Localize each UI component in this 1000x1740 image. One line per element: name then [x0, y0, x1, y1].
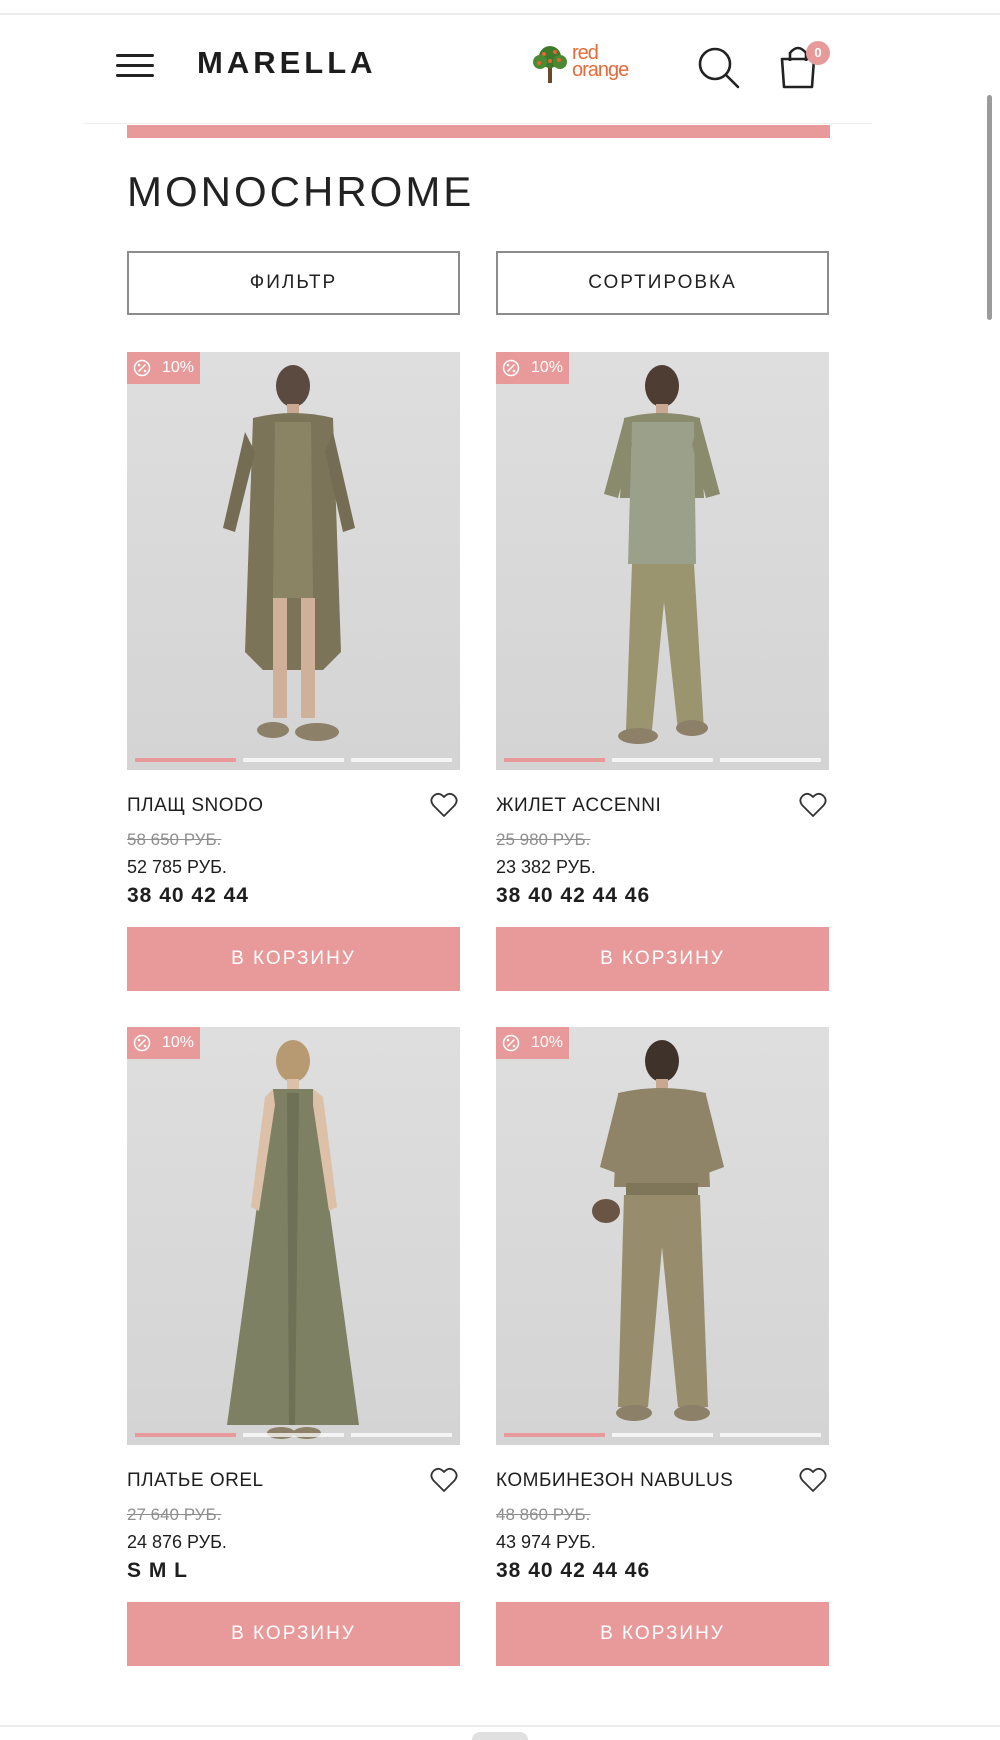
slide-dot[interactable] — [135, 1433, 236, 1437]
slide-dot[interactable] — [504, 758, 605, 762]
old-price: 48 860 РУБ. — [496, 1505, 591, 1524]
slide-indicator — [504, 1433, 821, 1437]
sizes: 38 40 42 44 46 — [496, 884, 651, 907]
price: 24 876 РУБ. — [127, 1532, 227, 1552]
partner-logo[interactable]: red orange — [530, 43, 650, 91]
slide-dot[interactable] — [720, 758, 821, 762]
slide-indicator — [135, 758, 452, 762]
menu-icon[interactable] — [116, 50, 154, 78]
discount-badge: 10% — [496, 352, 569, 384]
percent-icon — [502, 1034, 520, 1052]
discount-value: 10% — [162, 1034, 195, 1051]
product-name[interactable]: ПЛАЩ SNODO — [127, 795, 264, 817]
model-photo-icon — [223, 365, 355, 741]
bottom-handle[interactable] — [472, 1732, 528, 1740]
slide-dot[interactable] — [720, 1433, 821, 1437]
product-card: 10% ЖИЛЕТ ACCENNI 25 980 РУБ. 23 382 РУБ… — [496, 352, 829, 1000]
slide-dot[interactable] — [135, 758, 236, 762]
brand-logo[interactable]: MARELLA — [197, 45, 377, 81]
heart-icon[interactable] — [430, 1467, 458, 1493]
partner-logo-line2: orange — [572, 59, 629, 81]
add-to-cart-button[interactable]: В КОРЗИНУ — [496, 1602, 829, 1666]
scrollbar[interactable] — [987, 95, 992, 320]
slide-dot[interactable] — [243, 758, 344, 762]
old-price: 25 980 РУБ. — [496, 830, 591, 849]
slide-indicator — [504, 758, 821, 762]
discount-badge: 10% — [127, 1027, 200, 1059]
product-photo[interactable]: 10% — [496, 1027, 829, 1445]
tree-icon — [533, 46, 567, 83]
partner-logo-text: red orange — [572, 43, 629, 81]
product-name[interactable]: ПЛАТЬЕ OREL — [127, 1470, 264, 1492]
price: 52 785 РУБ. — [127, 857, 227, 877]
slide-dot[interactable] — [351, 758, 452, 762]
old-price: 27 640 РУБ. — [127, 1505, 222, 1524]
percent-icon — [133, 359, 151, 377]
percent-icon — [502, 359, 520, 377]
percent-icon — [133, 1034, 151, 1052]
heart-icon[interactable] — [799, 1467, 827, 1493]
promo-strip — [127, 125, 830, 138]
discount-value: 10% — [531, 359, 564, 376]
sizes: 38 40 42 44 46 — [496, 1559, 651, 1582]
site-header: MARELLA red orange 0 — [84, 15, 872, 124]
cart-count-badge: 0 — [806, 41, 830, 65]
product-photo[interactable]: 10% — [127, 352, 460, 770]
page-title: MONOCHROME — [127, 168, 475, 215]
add-to-cart-button[interactable]: В КОРЗИНУ — [127, 927, 460, 991]
old-price: 58 650 РУБ. — [127, 830, 222, 849]
add-to-cart-button[interactable]: В КОРЗИНУ — [127, 1602, 460, 1666]
search-icon[interactable] — [696, 45, 742, 91]
model-photo-icon — [592, 1040, 724, 1421]
price: 23 382 РУБ. — [496, 857, 596, 877]
product-photo[interactable]: 10% — [127, 1027, 460, 1445]
heart-icon[interactable] — [799, 792, 827, 818]
sort-button[interactable]: СОРТИРОВКА — [496, 251, 829, 315]
cart-button[interactable]: 0 — [776, 39, 830, 93]
filter-button[interactable]: ФИЛЬТР — [127, 251, 460, 315]
slide-dot[interactable] — [243, 1433, 344, 1437]
product-photo[interactable]: 10% — [496, 352, 829, 770]
product-card: 10% КОМБИНЕЗОН NABULUS 48 860 РУБ. 43 97… — [496, 1027, 829, 1675]
discount-badge: 10% — [127, 352, 200, 384]
model-photo-icon — [227, 1040, 359, 1439]
price: 43 974 РУБ. — [496, 1532, 596, 1552]
sizes: S M L — [127, 1559, 188, 1582]
slide-dot[interactable] — [504, 1433, 605, 1437]
slide-indicator — [135, 1433, 452, 1437]
discount-badge: 10% — [496, 1027, 569, 1059]
model-photo-icon — [604, 365, 720, 744]
product-name[interactable]: ЖИЛЕТ ACCENNI — [496, 795, 661, 817]
product-name[interactable]: КОМБИНЕЗОН NABULUS — [496, 1470, 733, 1492]
add-to-cart-button[interactable]: В КОРЗИНУ — [496, 927, 829, 991]
discount-value: 10% — [531, 1034, 564, 1051]
product-card: 10% ПЛАТЬЕ OREL 27 640 РУБ. 24 876 РУБ. … — [127, 1027, 460, 1675]
slide-dot[interactable] — [351, 1433, 452, 1437]
heart-icon[interactable] — [430, 792, 458, 818]
discount-value: 10% — [162, 359, 195, 376]
slide-dot[interactable] — [612, 758, 713, 762]
sizes: 38 40 42 44 — [127, 884, 249, 907]
bottom-divider — [0, 1725, 1000, 1727]
slide-dot[interactable] — [612, 1433, 713, 1437]
product-card: 10% ПЛАЩ SNODO 58 650 РУБ. 52 785 РУБ. 3… — [127, 352, 460, 1000]
